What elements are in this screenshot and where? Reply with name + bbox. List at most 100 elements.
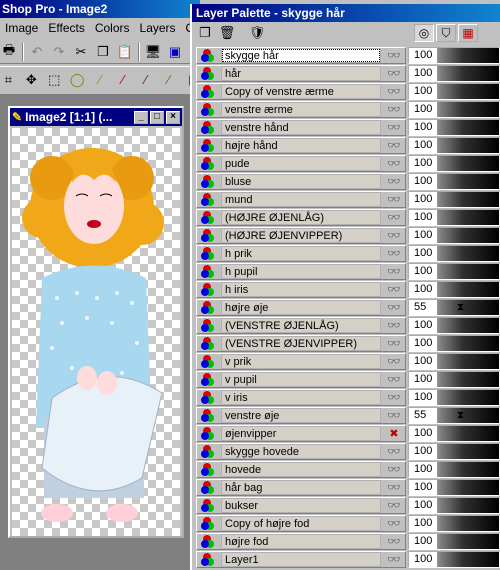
visibility-eye-icon[interactable]: 👓 — [381, 139, 405, 152]
opacity-slider[interactable]: 100 — [408, 100, 500, 118]
layer-name[interactable]: øjenvipper — [221, 425, 381, 441]
visibility-eye-icon[interactable]: 👓 — [381, 499, 405, 512]
layer-button[interactable]: h prik 👓 — [196, 244, 406, 262]
layer-row[interactable]: (HØJRE ØJENLÅG) 👓 100 — [196, 208, 500, 226]
layer-name[interactable]: mund — [221, 191, 381, 207]
opacity-slider[interactable]: 100 — [408, 388, 500, 406]
layer-name[interactable]: pude — [221, 155, 381, 171]
layer-button[interactable]: hovede 👓 — [196, 460, 406, 478]
opacity-slider[interactable]: 100 — [408, 334, 500, 352]
paintbrush-icon[interactable]: ⁄ — [137, 71, 154, 89]
opacity-slider[interactable]: 100 — [408, 514, 500, 532]
opacity-slider[interactable]: 100 — [408, 154, 500, 172]
layer-name[interactable]: højre fod — [221, 533, 381, 549]
layer-row[interactable]: venstre ærme 👓 100 — [196, 100, 500, 118]
layer-button[interactable]: skygge hovede 👓 — [196, 442, 406, 460]
layer-button[interactable]: h pupil 👓 — [196, 262, 406, 280]
clone-brush-icon[interactable]: ⁄ — [160, 71, 177, 89]
opacity-slider[interactable]: 100 — [408, 64, 500, 82]
visibility-eye-icon[interactable]: 👓 — [381, 211, 405, 224]
opacity-slider[interactable]: 100 — [408, 370, 500, 388]
visibility-eye-icon[interactable]: 👓 — [381, 517, 405, 530]
opacity-slider[interactable]: 100 — [408, 136, 500, 154]
opacity-slider[interactable]: 100 — [408, 550, 500, 568]
layer-name[interactable]: bluse — [221, 173, 381, 189]
layer-name[interactable]: venstre hånd — [221, 119, 381, 135]
visibility-eye-icon[interactable]: 👓 — [381, 157, 405, 170]
menu-effects[interactable]: Effects — [43, 21, 89, 35]
layer-row[interactable]: hår 👓 100 — [196, 64, 500, 82]
layer-name[interactable]: højre hånd — [221, 137, 381, 153]
opacity-tab-icon[interactable]: ◎ — [414, 24, 434, 42]
opacity-slider[interactable]: 55 ⧗ — [408, 406, 500, 424]
layer-button[interactable]: bluse 👓 — [196, 172, 406, 190]
layer-row[interactable]: (HØJRE ØJENVIPPER) 👓 100 — [196, 226, 500, 244]
layer-row[interactable]: højre fod 👓 100 — [196, 532, 500, 550]
copy-icon[interactable]: ❐ — [94, 43, 112, 61]
visibility-eye-icon[interactable]: 👓 — [381, 391, 405, 404]
visibility-eye-icon[interactable]: 👓 — [381, 67, 405, 80]
layer-button[interactable]: bukser 👓 — [196, 496, 406, 514]
layer-row[interactable]: øjenvipper ✖ 100 — [196, 424, 500, 442]
layer-button[interactable]: v pupil 👓 — [196, 370, 406, 388]
selection-icon[interactable]: ⬚ — [46, 71, 63, 89]
layer-name[interactable]: v prik — [221, 353, 381, 369]
layer-name[interactable]: Layer1 — [221, 551, 381, 567]
layer-name[interactable]: venstre ærme — [221, 101, 381, 117]
menu-colors[interactable]: Colors — [90, 21, 135, 35]
opacity-slider[interactable]: 100 — [408, 496, 500, 514]
opacity-slider[interactable]: 100 — [408, 352, 500, 370]
layer-name[interactable]: v iris — [221, 389, 381, 405]
opacity-slider[interactable]: 100 — [408, 244, 500, 262]
layer-name[interactable]: hår bag — [221, 479, 381, 495]
menu-layers[interactable]: Layers — [135, 21, 181, 35]
layer-row[interactable]: h prik 👓 100 — [196, 244, 500, 262]
menu-image[interactable]: Image — [0, 21, 43, 35]
crop-icon[interactable]: ⌗ — [0, 71, 17, 89]
full-screen-icon[interactable]: 🖥 — [144, 43, 162, 61]
color-palette-icon[interactable]: ▣ — [166, 43, 184, 61]
opacity-slider[interactable]: 55 ⧗ — [408, 298, 500, 316]
layer-name[interactable]: venstre øje — [221, 407, 381, 423]
opacity-slider[interactable]: 100 — [408, 262, 500, 280]
layer-row[interactable]: Copy of højre fod 👓 100 — [196, 514, 500, 532]
layer-button[interactable]: v iris 👓 — [196, 388, 406, 406]
opacity-slider[interactable]: 100 — [408, 460, 500, 478]
layer-button[interactable]: (HØJRE ØJENVIPPER) 👓 — [196, 226, 406, 244]
opacity-slider[interactable]: 100 — [408, 532, 500, 550]
layer-name[interactable]: (HØJRE ØJENLÅG) — [221, 209, 381, 225]
layer-row[interactable]: pude 👓 100 — [196, 154, 500, 172]
layer-button[interactable]: øjenvipper ✖ — [196, 424, 406, 442]
undo-icon[interactable]: ↶ — [28, 43, 46, 61]
layer-button[interactable]: Copy of højre fod 👓 — [196, 514, 406, 532]
layer-row[interactable]: mund 👓 100 — [196, 190, 500, 208]
layer-row[interactable]: Copy of venstre ærme 👓 100 — [196, 82, 500, 100]
new-layer-icon[interactable]: ❐ — [196, 24, 214, 42]
layer-button[interactable]: skygge hår 👓 — [196, 46, 406, 64]
visibility-eye-icon[interactable]: 👓 — [381, 121, 405, 134]
layer-name[interactable]: (VENSTRE ØJENVIPPER) — [221, 335, 381, 351]
layer-name[interactable]: Copy of venstre ærme — [221, 83, 381, 99]
blend-tab-icon[interactable]: ▦ — [458, 24, 478, 42]
lasso-icon[interactable]: ◯ — [69, 71, 86, 89]
print-icon[interactable]: 🖶 — [0, 42, 18, 61]
layer-button[interactable]: (VENSTRE ØJENVIPPER) 👓 — [196, 334, 406, 352]
opacity-slider[interactable]: 100 — [408, 190, 500, 208]
layer-button[interactable]: venstre øje 👓 — [196, 406, 406, 424]
visibility-eye-icon[interactable]: 👓 — [381, 319, 405, 332]
layer-name[interactable]: skygge hovede — [221, 443, 381, 459]
visibility-eye-icon[interactable]: 👓 — [381, 85, 405, 98]
visibility-eye-icon[interactable]: 👓 — [381, 445, 405, 458]
cut-icon[interactable]: ✂ — [72, 43, 90, 61]
paste-icon[interactable]: 📋 — [116, 43, 134, 61]
layer-row[interactable]: h pupil 👓 100 — [196, 262, 500, 280]
layer-name[interactable]: hovede — [221, 461, 381, 477]
opacity-slider[interactable]: 100 — [408, 172, 500, 190]
visibility-eye-icon[interactable]: 👓 — [381, 247, 405, 260]
layer-row[interactable]: Layer1 👓 100 — [196, 550, 500, 568]
layer-button[interactable]: hår 👓 — [196, 64, 406, 82]
layer-row[interactable]: bluse 👓 100 — [196, 172, 500, 190]
layer-row[interactable]: højre hånd 👓 100 — [196, 136, 500, 154]
visibility-eye-icon[interactable]: 👓 — [381, 265, 405, 278]
visibility-eye-icon[interactable]: 👓 — [381, 409, 405, 422]
